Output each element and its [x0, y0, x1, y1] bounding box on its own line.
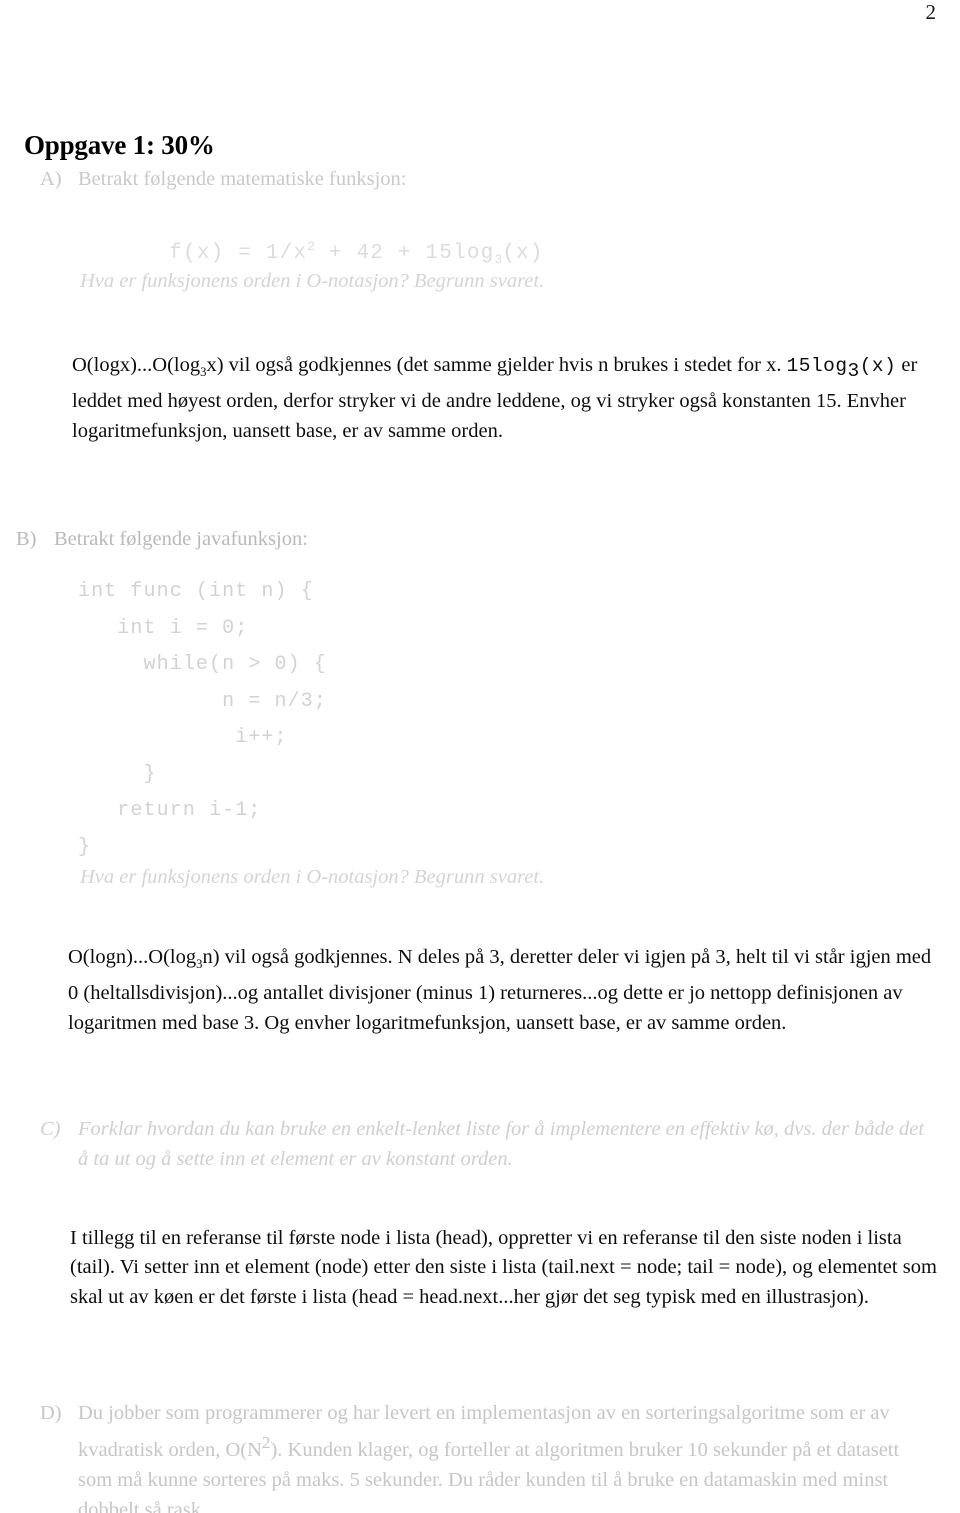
answer-a-part2: x) vil også godkjennes (det samme gjelde…	[206, 353, 787, 376]
code-block-b: int func (int n) { int i = 0; while(n > …	[78, 580, 327, 859]
page-title: Oppgave 1: 30%	[24, 130, 215, 161]
formula-a-prefix: f(x) = 1/x	[169, 242, 308, 265]
document-page: 2 Oppgave 1: 30% A) Betrakt følgende mat…	[0, 0, 960, 1513]
question-c-prompt: Forklar hvordan du kan bruke en enkelt-l…	[78, 1118, 925, 1170]
page-number: 2	[925, 0, 937, 24]
question-b-label: B)	[16, 528, 37, 550]
question-c: C) Forklar hvordan du kan bruke en enkel…	[40, 1114, 930, 1174]
answer-a-code: 15log	[786, 354, 848, 377]
question-b-prompt: Betrakt følgende javafunksjon:	[54, 528, 308, 550]
formula-a-middle: + 42 + 15log	[315, 242, 495, 265]
question-b-subprompt: Hva er funksjonens orden i O-notasjon? B…	[80, 866, 545, 888]
answer-a-part1: O(logx)...O(log	[72, 353, 201, 376]
answer-a: O(logx)...O(log 3 x) vil også godkjennes (…	[72, 351, 944, 447]
answer-b: O(logn)...O(log3n) vil også godkjennes. …	[68, 943, 940, 1039]
formula-a-exponent: 2	[307, 239, 316, 254]
answer-a-code-sub: 3	[847, 359, 860, 382]
question-d-prompt: Du jobber som programmerer og har levert…	[78, 1398, 930, 1513]
question-d: D) Du jobber som programmerer og har lev…	[40, 1398, 930, 1513]
formula-a-suffix: (x)	[502, 242, 544, 265]
question-d-label: D)	[40, 1402, 62, 1424]
question-a-subprompt: Hva er funksjonens orden i O-notasjon? B…	[80, 270, 545, 292]
question-b: B) Betrakt følgende javafunksjon:	[16, 524, 576, 554]
answer-c: I tillegg til en referanse til første no…	[70, 1226, 937, 1308]
question-a-label: A)	[40, 168, 62, 190]
question-c-label: C)	[40, 1118, 61, 1140]
answer-b-part1: O(logn)...O(log	[68, 945, 197, 968]
answer-a-code-tail: (x)	[859, 354, 897, 377]
question-a: A) Betrakt følgende matematiske funksjon…	[40, 164, 640, 194]
question-a-prompt: Betrakt følgende matematiske funksjon:	[78, 168, 407, 190]
